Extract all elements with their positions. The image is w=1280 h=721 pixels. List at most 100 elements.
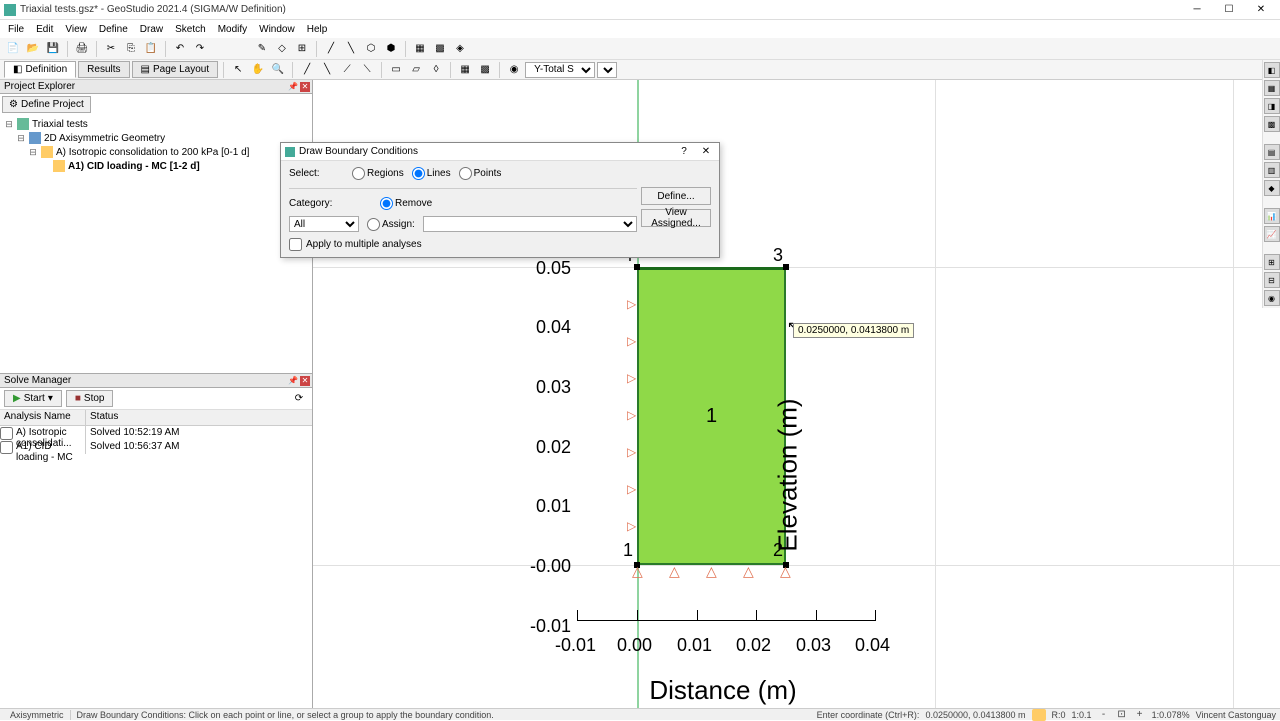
rt-tool-icon[interactable]: ▤: [1264, 144, 1280, 160]
mesh-icon[interactable]: ▦: [456, 61, 474, 79]
rt-tool-icon[interactable]: ◉: [1264, 290, 1280, 306]
rt-tool-icon[interactable]: ▦: [1264, 80, 1280, 96]
radio-lines[interactable]: Lines: [412, 167, 451, 180]
menu-window[interactable]: Window: [253, 22, 301, 37]
menu-view[interactable]: View: [59, 22, 93, 37]
menu-modify[interactable]: Modify: [212, 22, 253, 37]
tool-icon[interactable]: ⬢: [382, 40, 400, 58]
tool-icon[interactable]: ▩: [431, 40, 449, 58]
menu-edit[interactable]: Edit: [30, 22, 59, 37]
col-status[interactable]: Status: [86, 410, 312, 425]
line-tool-icon[interactable]: ╲: [318, 61, 336, 79]
pointer-icon[interactable]: ↖: [229, 61, 247, 79]
solve-row[interactable]: A) Isotropic consolidati... Solved 10:52…: [0, 426, 312, 440]
rt-tool-icon[interactable]: ⊞: [1264, 254, 1280, 270]
save-icon[interactable]: 💾: [44, 40, 62, 58]
rt-tool-icon[interactable]: ◆: [1264, 180, 1280, 196]
line-tool-icon[interactable]: ⟍: [358, 61, 376, 79]
tab-page-layout[interactable]: ▤Page Layout: [132, 61, 219, 78]
line-tool-icon[interactable]: ⟋: [338, 61, 356, 79]
refresh-icon[interactable]: ⟳: [290, 390, 308, 408]
radio-assign[interactable]: Assign:: [367, 218, 415, 231]
node-point[interactable]: [634, 264, 640, 270]
menu-sketch[interactable]: Sketch: [169, 22, 212, 37]
radio-points[interactable]: Points: [459, 167, 502, 180]
pin-icon[interactable]: 📌: [288, 82, 298, 92]
solve-checkbox[interactable]: [0, 441, 13, 454]
status-icon[interactable]: [1032, 709, 1046, 721]
define-project-button[interactable]: ⚙ Define Project: [2, 96, 91, 113]
category-combo[interactable]: All: [289, 216, 359, 232]
tree-root[interactable]: ⊟ Triaxial tests: [4, 117, 308, 131]
tab-definition[interactable]: ◧Definition: [4, 61, 76, 78]
apply-multi-checkbox[interactable]: Apply to multiple analyses: [289, 238, 637, 251]
region-tool-icon[interactable]: ▱: [407, 61, 425, 79]
pin-icon[interactable]: 📌: [288, 376, 298, 386]
radio-remove[interactable]: Remove: [380, 197, 432, 210]
minimize-button[interactable]: ─: [1182, 2, 1212, 18]
zoom-in-icon[interactable]: +: [1134, 710, 1146, 720]
define-button[interactable]: Define...: [641, 187, 711, 205]
new-icon[interactable]: 📄: [4, 40, 22, 58]
region-tool-icon[interactable]: ▭: [387, 61, 405, 79]
rt-tool-icon[interactable]: ⊟: [1264, 272, 1280, 288]
col-analysis-name[interactable]: Analysis Name: [0, 410, 86, 425]
zoom-icon[interactable]: 🔍: [269, 61, 287, 79]
pan-icon[interactable]: ✋: [249, 61, 267, 79]
tree-analysis-active[interactable]: A1) CID loading - MC [1-2 d]: [4, 159, 308, 173]
tool-icon[interactable]: ╲: [342, 40, 360, 58]
node-point[interactable]: [783, 264, 789, 270]
tool-icon[interactable]: ◈: [451, 40, 469, 58]
line-tool-icon[interactable]: ╱: [298, 61, 316, 79]
start-button[interactable]: ▶ Start▾: [4, 390, 62, 407]
tool-icon[interactable]: ⬡: [362, 40, 380, 58]
top-boundary-line[interactable]: [637, 267, 786, 270]
view-assigned-button[interactable]: View Assigned...: [641, 209, 711, 227]
tab-results[interactable]: Results: [78, 61, 129, 78]
draw-boundary-conditions-dialog[interactable]: Draw Boundary Conditions ? ✕ Select: Reg…: [280, 142, 720, 258]
tree-geometry[interactable]: ⊟ 2D Axisymmetric Geometry: [4, 131, 308, 145]
tree-analysis[interactable]: ⊟ A) Isotropic consolidation to 200 kPa …: [4, 145, 308, 159]
tool-icon[interactable]: ▦: [411, 40, 429, 58]
close-panel-icon[interactable]: ✕: [300, 82, 310, 92]
print-icon[interactable]: 🖨: [73, 40, 91, 58]
undo-icon[interactable]: ↶: [171, 40, 189, 58]
rt-tool-icon[interactable]: ▥: [1264, 162, 1280, 178]
rt-tool-icon[interactable]: 📈: [1264, 226, 1280, 242]
cut-icon[interactable]: ✂: [102, 40, 120, 58]
rt-tool-icon[interactable]: 📊: [1264, 208, 1280, 224]
tool-icon[interactable]: ╱: [322, 40, 340, 58]
menu-help[interactable]: Help: [301, 22, 334, 37]
menu-define[interactable]: Define: [93, 22, 134, 37]
contour-icon[interactable]: ◉: [505, 61, 523, 79]
stop-button[interactable]: ■ Stop: [66, 390, 114, 407]
rt-tool-icon[interactable]: ◧: [1264, 62, 1280, 78]
assign-combo[interactable]: [423, 216, 637, 232]
zoom-fit-icon[interactable]: ⊡: [1116, 710, 1128, 720]
close-panel-icon[interactable]: ✕: [300, 376, 310, 386]
rt-tool-icon[interactable]: ▩: [1264, 116, 1280, 132]
redo-icon[interactable]: ↷: [191, 40, 209, 58]
tool-icon[interactable]: ✎: [253, 40, 271, 58]
open-icon[interactable]: 📂: [24, 40, 42, 58]
paste-icon[interactable]: 📋: [142, 40, 160, 58]
stress-combo-aux[interactable]: [597, 62, 617, 78]
rt-tool-icon[interactable]: ◨: [1264, 98, 1280, 114]
menu-file[interactable]: File: [2, 22, 30, 37]
region-tool-icon[interactable]: ◊: [427, 61, 445, 79]
mesh-icon[interactable]: ▩: [476, 61, 494, 79]
maximize-button[interactable]: ☐: [1214, 2, 1244, 18]
dialog-close-icon[interactable]: ✕: [697, 145, 715, 159]
dialog-help-icon[interactable]: ?: [675, 145, 693, 159]
copy-icon[interactable]: ⎘: [122, 40, 140, 58]
tool-icon[interactable]: ⊞: [293, 40, 311, 58]
bc-fixed-icon: △: [669, 563, 680, 580]
radio-regions[interactable]: Regions: [352, 167, 404, 180]
menu-draw[interactable]: Draw: [134, 22, 169, 37]
stress-combo[interactable]: Y-Total Stress: [525, 62, 595, 78]
solve-row[interactable]: A1) CID loading - MC Solved 10:56:37 AM: [0, 440, 312, 454]
close-button[interactable]: ✕: [1246, 2, 1276, 18]
tool-icon[interactable]: ◇: [273, 40, 291, 58]
zoom-out-icon[interactable]: -: [1098, 710, 1110, 720]
solve-checkbox[interactable]: [0, 427, 13, 440]
